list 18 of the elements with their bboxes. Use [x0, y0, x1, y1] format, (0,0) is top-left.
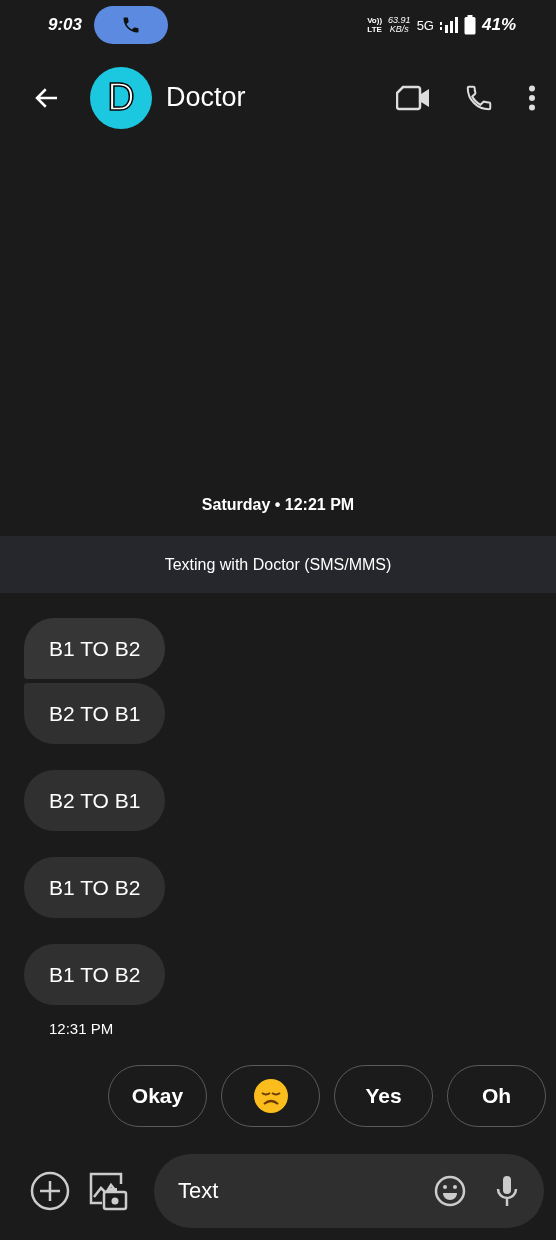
- status-time: 9:03: [48, 15, 83, 35]
- date-separator: Saturday • 12:21 PM: [200, 496, 356, 514]
- contact-name: Doctor: [166, 82, 246, 113]
- message-bubble: B2 TO B1: [24, 683, 166, 744]
- battery-percent: 41%: [481, 15, 516, 35]
- message-bubble: B1 TO B2: [24, 618, 166, 679]
- volte-label: Vo)): [367, 16, 383, 25]
- lte-label: LTE: [367, 25, 382, 34]
- message-input[interactable]: Text: [176, 1177, 404, 1205]
- message-bubble: B1 TO B2: [24, 857, 166, 918]
- speed-unit: KB/s: [389, 25, 409, 34]
- message-time: 12:31 PM: [49, 1020, 115, 1037]
- message-bubble: B2 TO B1: [24, 770, 166, 831]
- speed-value: 63.91: [388, 16, 411, 25]
- contact-avatar: D: [90, 66, 152, 129]
- network-label: 5G: [416, 17, 434, 33]
- sms-banner: Texting with Doctor (SMS/MMS): [0, 536, 556, 593]
- message-bubble: B1 TO B2: [24, 944, 166, 1005]
